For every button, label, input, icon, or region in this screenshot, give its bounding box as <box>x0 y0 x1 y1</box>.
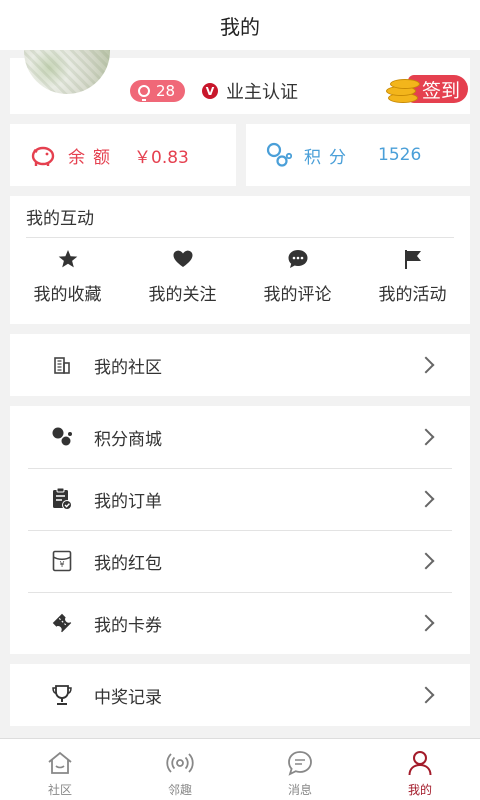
points-label: 积分 <box>304 147 354 168</box>
chevron-right-icon <box>417 686 435 704</box>
user-icon <box>408 751 432 776</box>
interaction-section: 我的互动 我的收藏 我的关注 我的评论 我的活动 <box>10 196 470 324</box>
community-card: 我的社区 <box>10 334 470 396</box>
chevron-right-icon <box>417 356 435 374</box>
signin-button[interactable]: 签到 <box>384 73 468 105</box>
owner-verify-label: 业主认证 <box>226 82 298 103</box>
trophy-icon <box>50 683 74 707</box>
level-badge: 28 <box>130 80 186 102</box>
favorites-label: 我的收藏 <box>33 285 102 305</box>
prize-card: 中奖记录 <box>10 664 470 726</box>
orders-row[interactable]: 我的订单 <box>10 468 470 530</box>
clipboard-icon <box>50 487 74 511</box>
star-icon <box>58 250 77 268</box>
red-packets-label: 我的红包 <box>94 553 162 574</box>
coupons-row[interactable]: 我的卡券 <box>10 592 470 654</box>
bottom-tab-bar: 社区 邻趣 消息 我的 <box>0 738 480 800</box>
verified-icon: V <box>202 83 218 99</box>
owner-verify-link[interactable]: V 业主认证 <box>202 80 298 103</box>
chevron-right-icon <box>417 614 435 632</box>
points-value: 1526 <box>378 145 422 165</box>
activities-label: 我的活动 <box>378 285 447 305</box>
following-label: 我的关注 <box>148 285 217 305</box>
heart-icon <box>173 250 192 267</box>
avatar[interactable] <box>24 50 110 94</box>
level-value: 28 <box>156 82 176 100</box>
top-bar: 我的 <box>0 0 480 50</box>
page-title: 我的 <box>220 14 260 39</box>
tab-messages[interactable]: 消息 <box>240 739 360 800</box>
points-icon <box>266 142 292 167</box>
interaction-items: 我的收藏 我的关注 我的评论 我的活动 <box>10 248 470 318</box>
tab-neighbors-label: 邻趣 <box>167 783 192 797</box>
activities-button[interactable]: 我的活动 <box>355 248 470 318</box>
chevron-right-icon <box>417 490 435 508</box>
flag-icon <box>404 250 421 269</box>
ticket-icon <box>50 611 74 635</box>
bulb-icon <box>138 85 150 101</box>
prizes-label: 中奖记录 <box>94 687 162 708</box>
favorites-button[interactable]: 我的收藏 <box>10 248 125 318</box>
chat-icon <box>288 751 312 776</box>
comments-label: 我的评论 <box>263 285 332 305</box>
chevron-right-icon <box>417 552 435 570</box>
piggy-bank-icon <box>31 146 55 166</box>
tab-mine[interactable]: 我的 <box>360 739 480 800</box>
tab-mine-label: 我的 <box>407 783 432 797</box>
comment-icon <box>288 250 307 268</box>
comments-button[interactable]: 我的评论 <box>240 248 355 318</box>
red-packet-icon: ¥ <box>50 549 74 573</box>
tab-messages-label: 消息 <box>287 783 312 797</box>
points-mall-row[interactable]: 积分商城 <box>10 406 470 468</box>
following-button[interactable]: 我的关注 <box>125 248 240 318</box>
balance-label: 余额 <box>68 147 118 168</box>
orders-label: 我的订单 <box>94 491 162 512</box>
menu-card: 积分商城 我的订单 ¥ 我的红包 我的卡券 <box>10 406 470 654</box>
prizes-row[interactable]: 中奖记录 <box>10 664 470 726</box>
balance-value: ￥0.83 <box>134 147 189 168</box>
building-icon <box>50 353 74 377</box>
coins-icon <box>384 73 422 107</box>
tab-neighbors[interactable]: 邻趣 <box>120 739 240 800</box>
balance-card[interactable]: 余额 ￥0.83 <box>10 124 236 186</box>
points-card[interactable]: 积分 1526 <box>246 124 470 186</box>
community-label: 我的社区 <box>94 357 162 378</box>
chevron-right-icon <box>417 428 435 446</box>
dots-icon <box>50 425 74 449</box>
coupons-label: 我的卡券 <box>94 615 162 636</box>
broadcast-icon <box>166 753 194 773</box>
home-icon <box>48 751 72 774</box>
points-mall-label: 积分商城 <box>94 429 162 450</box>
svg-text:¥: ¥ <box>59 560 64 569</box>
community-row[interactable]: 我的社区 <box>10 334 470 396</box>
tab-community[interactable]: 社区 <box>0 739 120 800</box>
profile-card: 28 V 业主认证 签到 <box>10 50 470 114</box>
tab-community-label: 社区 <box>47 783 72 797</box>
red-packets-row[interactable]: ¥ 我的红包 <box>10 530 470 592</box>
interaction-title: 我的互动 <box>26 196 454 238</box>
